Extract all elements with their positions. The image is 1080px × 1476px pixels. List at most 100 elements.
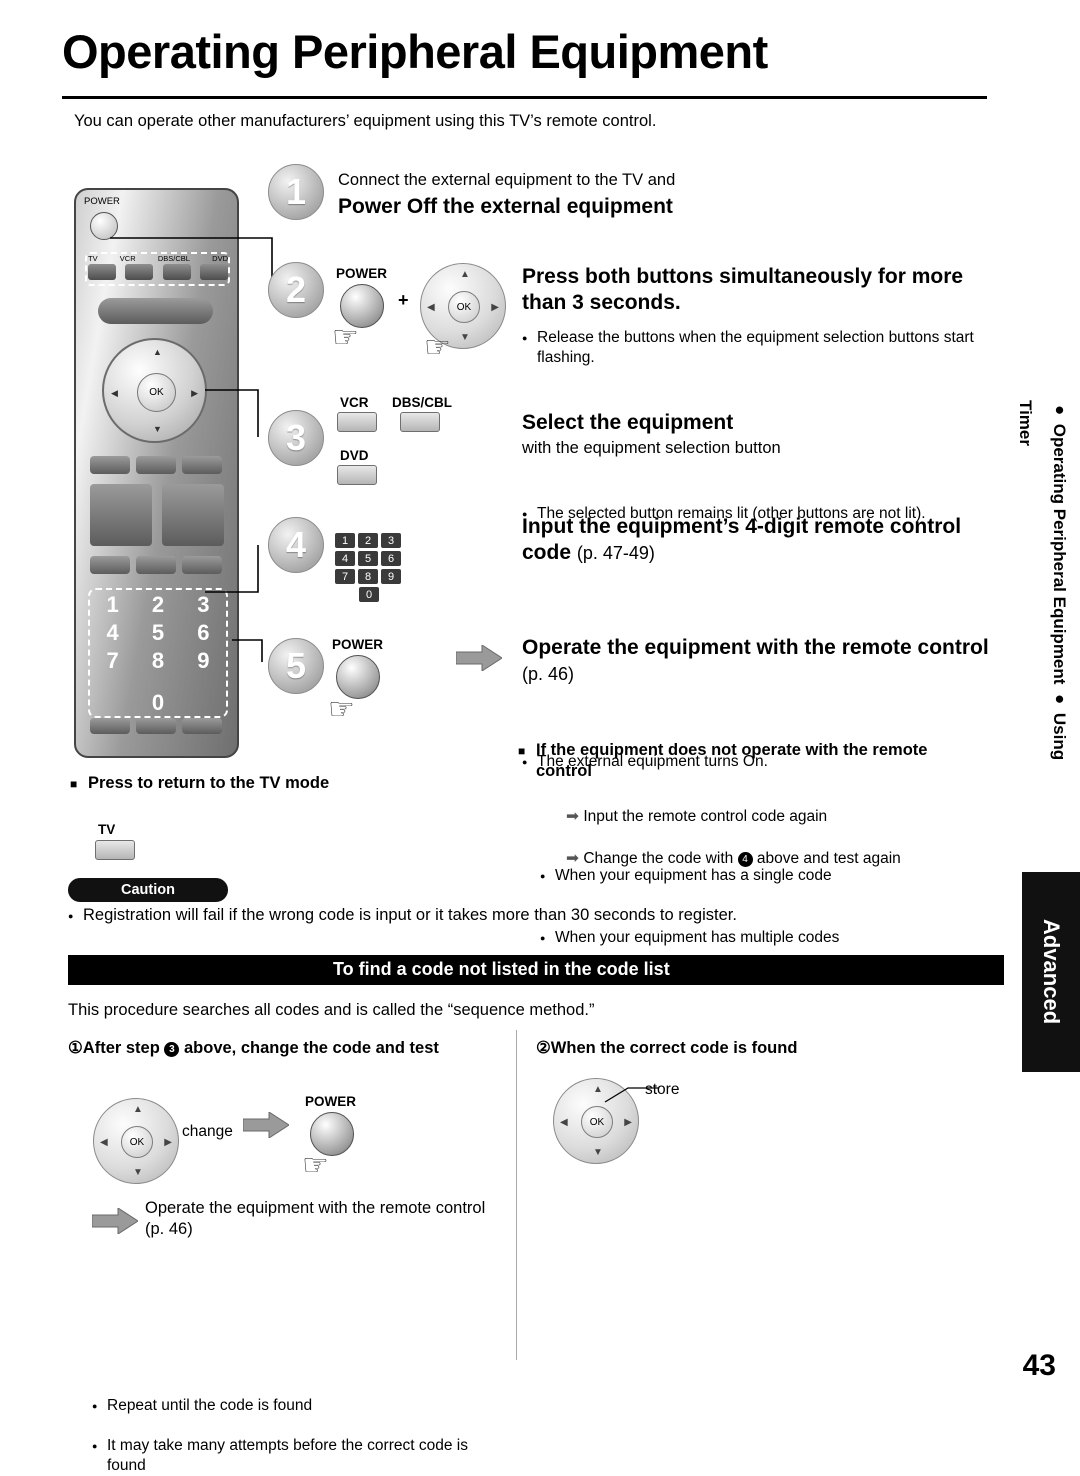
step-5-power-label: POWER bbox=[332, 637, 384, 652]
remote-bar-6 bbox=[162, 484, 224, 546]
arrow-icon-step5 bbox=[456, 645, 502, 671]
remote-btn-dbscbl bbox=[162, 264, 191, 280]
not-operate-arrow-1: ➡ Input the remote control code again bbox=[566, 807, 986, 827]
not-operate-arrow-2-post: above and test again bbox=[756, 850, 901, 867]
code-left-ok-button: OK bbox=[121, 1126, 153, 1158]
column-divider bbox=[516, 1030, 517, 1360]
remote-key-7: 7 bbox=[106, 648, 119, 673]
step-2-heading: Press both buttons simultaneously for mo… bbox=[522, 265, 964, 314]
title-divider bbox=[62, 96, 987, 99]
remote-key-5: 5 bbox=[151, 620, 165, 645]
step-2-number: 2 bbox=[268, 262, 324, 318]
code-left-dpad: ▲ ▼ ◀ ▶ OK bbox=[93, 1098, 179, 1184]
remote-key-6: 6 bbox=[197, 620, 210, 645]
step4-key-4: 4 bbox=[335, 551, 355, 566]
step-3-dbscbl-button bbox=[400, 412, 440, 432]
side-tab-label: ● Operating Peripheral Equipment ● Using… bbox=[1016, 400, 1069, 761]
code-left-heading: ①After step 3 above, change the code and… bbox=[68, 1038, 498, 1059]
hand-pointer-icon-1: ☞ bbox=[332, 321, 359, 354]
step4-key-8: 8 bbox=[358, 569, 378, 584]
remote-bar-10 bbox=[90, 718, 130, 734]
remote-bar-2 bbox=[90, 456, 130, 474]
hand-pointer-icon-4: ☞ bbox=[302, 1149, 329, 1182]
remote-control-illustration: POWER TV VCR DBS/CBL DVD ▲ ▼ ◀ ▶ OK 1 2 … bbox=[74, 188, 239, 758]
code-left-change-label: change bbox=[182, 1123, 233, 1140]
manual-page: Operating Peripheral Equipment You can o… bbox=[0, 0, 1080, 1474]
caution-text: Registration will fail if the wrong code… bbox=[68, 906, 948, 926]
step-1-number: 1 bbox=[268, 164, 324, 220]
code-left-heading-circle: 3 bbox=[164, 1042, 180, 1057]
intro-text: You can operate other manufacturers’ equ… bbox=[74, 112, 657, 130]
code-left-heading-post: above, change the code and test bbox=[184, 1039, 439, 1057]
remote-btn-dvd bbox=[199, 264, 228, 280]
code-left-num: ① bbox=[68, 1039, 83, 1057]
code-left-power-label: POWER bbox=[305, 1094, 357, 1109]
code-right-heading-text: When the correct code is found bbox=[550, 1039, 798, 1057]
return-tv-heading: Press to return to the TV mode bbox=[70, 773, 340, 795]
step4-key-9: 9 bbox=[381, 569, 401, 584]
return-tv-button-label: TV bbox=[98, 822, 116, 837]
step-3-vcr-label: VCR bbox=[340, 395, 369, 410]
not-operate-bullet-1: When your equipment has a single code bbox=[540, 866, 980, 886]
remote-key-0: 0 bbox=[151, 690, 165, 715]
code-right-heading: ②When the correct code is found bbox=[536, 1038, 956, 1059]
arrow-icon-1: ➡ bbox=[566, 808, 579, 825]
step-3-number: 3 bbox=[268, 410, 324, 466]
step-3-heading: Select the equipment bbox=[522, 411, 734, 434]
remote-key-4: 4 bbox=[106, 620, 119, 645]
hand-pointer-icon-2: ☞ bbox=[424, 331, 451, 364]
step4-key-3: 3 bbox=[381, 533, 401, 548]
remote-key-9: 9 bbox=[197, 648, 210, 673]
remote-key-2: 2 bbox=[151, 592, 165, 617]
step4-key-6: 6 bbox=[381, 551, 401, 566]
not-operate-bullet-2: When your equipment has multiple codes bbox=[540, 928, 980, 948]
step4-key-5: 5 bbox=[358, 551, 378, 566]
remote-btn-vcr bbox=[125, 264, 154, 280]
step-5-number: 5 bbox=[268, 638, 324, 694]
step-5-heading-ref: (p. 46) bbox=[522, 664, 575, 684]
step-5-heading: Operate the equipment with the remote co… bbox=[522, 635, 992, 687]
arrow-icon-change bbox=[243, 1112, 289, 1138]
step-2-plus-sign: + bbox=[398, 290, 409, 310]
code-left-note-2: It may take many attempts before the cor… bbox=[92, 1436, 482, 1476]
step-2-ok-button: OK bbox=[448, 291, 480, 323]
not-operate-arrow-2-pre: Change the code with bbox=[583, 850, 734, 867]
step-1-lead: Connect the external equipment to the TV… bbox=[338, 171, 676, 189]
remote-bar-11 bbox=[136, 718, 176, 734]
remote-key-1: 1 bbox=[106, 592, 119, 617]
step-2-power-label: POWER bbox=[336, 266, 388, 281]
not-operate-heading: If the equipment does not operate with t… bbox=[518, 740, 968, 782]
step-4-heading-ref: (p. 47-49) bbox=[576, 543, 655, 563]
remote-selection-labels: TV VCR DBS/CBL DVD bbox=[88, 254, 228, 263]
step-2-bullet-1: Release the buttons when the equipment s… bbox=[522, 328, 992, 368]
remote-ok-button: OK bbox=[137, 373, 176, 412]
step-3-dvd-button bbox=[337, 465, 377, 485]
arrow-icon-2: ➡ bbox=[566, 850, 579, 867]
not-operate-arrow-2: ➡ Change the code with 4 above and test … bbox=[566, 849, 996, 869]
code-left-note-1: Repeat until the code is found bbox=[92, 1396, 492, 1416]
not-operate-arrow-2-circle: 4 bbox=[737, 852, 753, 867]
remote-label-dvd: DVD bbox=[212, 254, 228, 263]
code-left-result: Operate the equipment with the remote co… bbox=[145, 1199, 486, 1238]
step-4-number: 4 bbox=[268, 517, 324, 573]
step-1-heading: Power Off the external equipment bbox=[338, 195, 673, 218]
step4-key-2: 2 bbox=[358, 533, 378, 548]
page-number: 43 bbox=[1022, 1349, 1056, 1382]
arrow-icon-result bbox=[92, 1208, 138, 1234]
step-3-dvd-label: DVD bbox=[340, 448, 369, 463]
caution-badge: Caution bbox=[68, 878, 228, 902]
remote-bar-8 bbox=[136, 556, 176, 574]
remote-label-vcr: VCR bbox=[119, 254, 136, 263]
not-operate-arrow-1-text: Input the remote control code again bbox=[583, 808, 828, 825]
step4-key-7: 7 bbox=[335, 569, 355, 584]
step-3-sub: with the equipment selection button bbox=[522, 439, 781, 457]
side-tab-advanced: Advanced bbox=[1022, 872, 1080, 1072]
hand-pointer-icon-3: ☞ bbox=[328, 693, 355, 726]
code-section-title: To find a code not listed in the code li… bbox=[333, 959, 670, 979]
remote-numpad: 1 2 3 4 5 6 7 8 9 bbox=[92, 592, 224, 674]
step-4-numpad: 1 2 3 4 5 6 7 8 9 bbox=[335, 533, 401, 584]
step-4-heading: Input the equipment’s 4-digit remote con… bbox=[522, 514, 992, 566]
step-5-heading-text: Operate the equipment with the remote co… bbox=[522, 636, 989, 659]
remote-power-label: POWER bbox=[84, 196, 120, 207]
remote-bar-7 bbox=[90, 556, 130, 574]
